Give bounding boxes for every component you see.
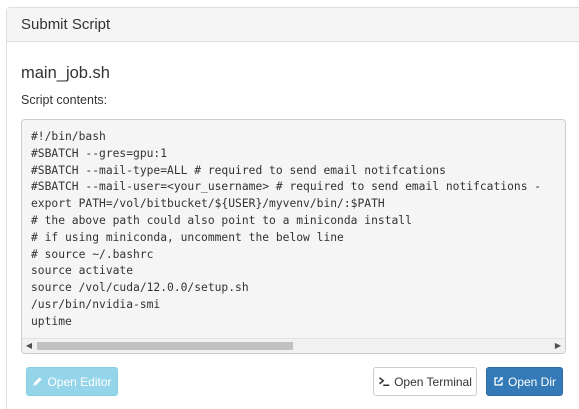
external-link-icon bbox=[493, 376, 504, 387]
panel-heading: Submit Script bbox=[7, 8, 579, 42]
open-editor-label: Open Editor bbox=[47, 374, 112, 389]
terminal-icon bbox=[378, 376, 390, 387]
open-terminal-label: Open Terminal bbox=[394, 374, 472, 389]
scroll-left-arrow-icon[interactable]: ◀ bbox=[22, 339, 36, 353]
open-dir-button[interactable]: Open Dir bbox=[486, 367, 563, 396]
scroll-right-arrow-icon[interactable]: ▶ bbox=[551, 339, 565, 353]
script-contents-code: #!/bin/bash #SBATCH --gres=gpu:1 #SBATCH… bbox=[31, 130, 542, 328]
submit-script-panel: Submit Script main_job.sh Script content… bbox=[6, 7, 579, 409]
open-terminal-button[interactable]: Open Terminal bbox=[373, 367, 477, 396]
open-dir-label: Open Dir bbox=[507, 374, 557, 389]
open-editor-button[interactable]: Open Editor bbox=[26, 367, 118, 396]
script-contents-label: Script contents: bbox=[21, 93, 108, 107]
script-filename: main_job.sh bbox=[21, 64, 110, 82]
pencil-icon bbox=[32, 376, 43, 387]
script-contents-box[interactable]: #!/bin/bash #SBATCH --gres=gpu:1 #SBATCH… bbox=[21, 119, 566, 354]
scrollbar-thumb[interactable] bbox=[37, 342, 293, 350]
horizontal-scrollbar[interactable]: ◀ ▶ bbox=[22, 338, 565, 353]
